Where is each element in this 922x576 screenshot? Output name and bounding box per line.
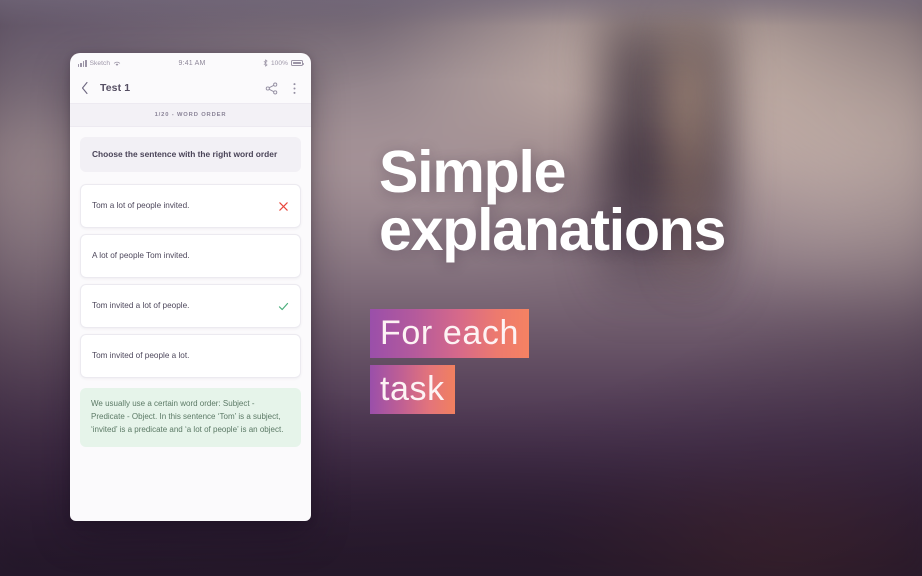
answer-option-3[interactable]: Tom invited a lot of people. [80,284,301,329]
progress-label: 1/20 - WORD ORDER [154,112,227,118]
question-card: Choose the sentence with the right word … [80,137,301,173]
explanation-text: We usually use a certain word order: Sub… [91,399,284,434]
headline-line-2: explanations [379,196,726,263]
bluetooth-icon [263,59,268,67]
answer-option-1[interactable]: Tom a lot of people invited. [80,184,301,229]
carrier-label: Sketch [89,59,111,67]
subline-line-1: For each [370,309,529,358]
battery-percent-label: 100% [270,59,288,67]
status-bar: Sketch 9:41 AM 100% [70,53,311,73]
signal-bars-icon [78,59,87,67]
answer-option-label: A lot of people Tom invited. [92,251,190,261]
check-icon [278,302,289,310]
app-nav-bar: Test 1 [70,73,311,103]
explanation-box: We usually use a certain word order: Sub… [80,388,301,447]
answer-option-2[interactable]: A lot of people Tom invited. [80,234,301,279]
answer-option-label: Tom invited a lot of people. [92,301,190,311]
headline-line-1: Simple [379,139,566,205]
subline: For each task [370,309,529,414]
close-x-icon [279,201,288,211]
answer-option-4[interactable]: Tom invited of people a lot. [80,334,301,379]
more-vertical-icon[interactable] [288,82,301,95]
status-time: 9:41 AM [178,59,206,67]
subline-row-1: For each [370,309,529,358]
question-text: Choose the sentence with the right word … [92,149,278,159]
wifi-icon [113,61,121,66]
headline: Simple explanations [379,139,726,263]
chevron-left-icon[interactable] [80,81,90,95]
phone-mockup: Sketch 9:41 AM 100% Test 1 1/20 - WORD O… [70,53,311,521]
share-icon[interactable] [265,82,278,95]
quiz-body: Choose the sentence with the right word … [70,127,311,521]
page-title: Test 1 [100,82,131,94]
answer-option-label: Tom invited of people a lot. [92,351,190,361]
subline-row-2: task [370,365,529,414]
answer-option-label: Tom a lot of people invited. [92,201,190,211]
background-top-fade [0,0,922,26]
battery-full-icon [291,60,305,66]
subline-line-2: task [370,365,455,414]
progress-strip: 1/20 - WORD ORDER [70,103,311,127]
